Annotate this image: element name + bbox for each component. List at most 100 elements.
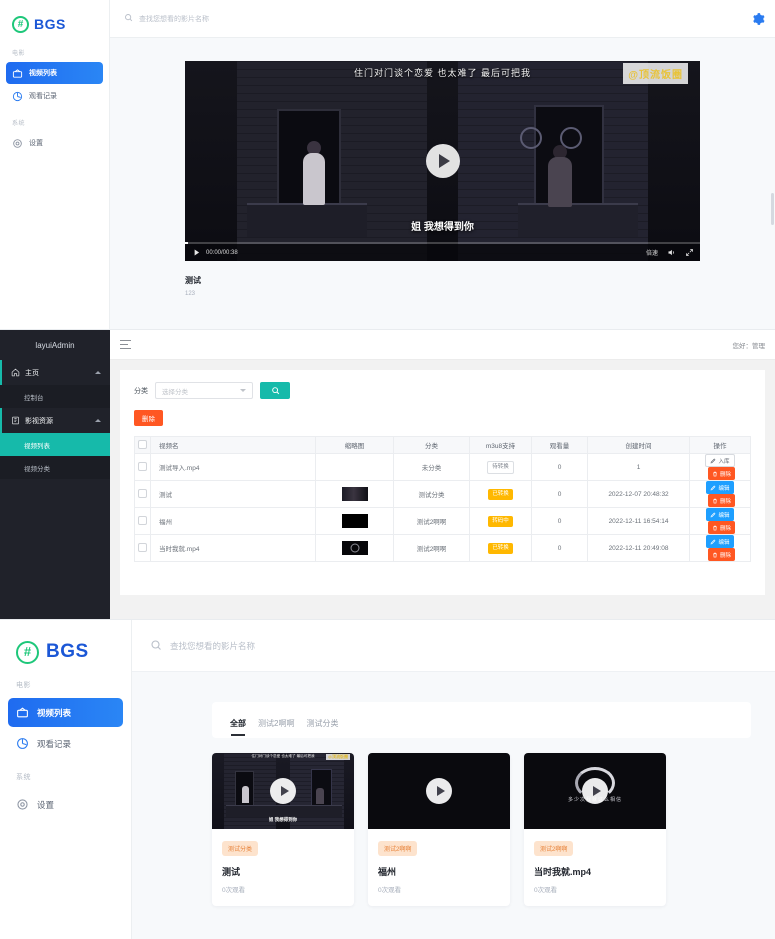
- thumbnail-watermark: @顶流饭圈: [326, 754, 350, 760]
- category-select[interactable]: 选择分类: [155, 382, 253, 399]
- tab-all[interactable]: 全部: [230, 718, 246, 738]
- play-icon[interactable]: [426, 778, 452, 804]
- row-checkbox-cell[interactable]: [134, 534, 151, 562]
- column-header-created[interactable]: 创建时间: [587, 436, 690, 454]
- delete-button[interactable]: 删除: [707, 494, 735, 507]
- table-row[interactable]: 测试导入.mp4 未分类 待转换 0 1 入库 删除: [134, 453, 751, 481]
- tab-test-category[interactable]: 测试分类: [306, 718, 338, 738]
- delete-button[interactable]: 删除: [707, 521, 735, 534]
- play-icon[interactable]: [425, 144, 460, 178]
- nav-item-home[interactable]: 主页: [0, 360, 110, 385]
- delete-button[interactable]: 删除: [707, 467, 735, 480]
- search-icon: [150, 639, 162, 653]
- nav-subitem-video-category[interactable]: 视频分类: [0, 456, 110, 479]
- volume-icon[interactable]: [666, 248, 676, 258]
- tab-test2[interactable]: 测试2啊啊: [258, 718, 294, 738]
- nav-subitem-label: 控制台: [24, 394, 44, 402]
- column-header-thumbnail[interactable]: 缩略图: [315, 436, 394, 454]
- sidebar-item-label: 视频列表: [29, 70, 57, 77]
- nav-subitem-console[interactable]: 控制台: [0, 385, 110, 408]
- video-card[interactable]: 多少次我就这么相信 测试2啊啊 当时我就.mp4 0次观看: [524, 753, 666, 906]
- row-checkbox-cell[interactable]: [134, 480, 151, 508]
- column-header-views[interactable]: 观看量: [531, 436, 588, 454]
- scrollbar[interactable]: [771, 193, 774, 225]
- batch-delete-button[interactable]: 删除: [134, 410, 163, 426]
- edit-button[interactable]: 编辑: [706, 535, 734, 548]
- brand-name: BGS: [34, 16, 66, 32]
- sidebar-item-watch-history[interactable]: 观看记录: [8, 729, 123, 758]
- video-player[interactable]: 住门对门谈个恋爱 也太难了 最后可把我 @顶流饭圈 姐 我想得到你 00:00/…: [185, 61, 700, 261]
- column-header-actions[interactable]: 操作: [689, 436, 751, 454]
- delete-button[interactable]: 删除: [707, 548, 735, 561]
- video-thumbnail[interactable]: 多少次我就这么相信: [524, 753, 666, 829]
- nav-subitem-label: 视频分类: [24, 465, 50, 473]
- thumbnail-subtitle: 姐 我想得到你: [268, 817, 298, 822]
- nav-item-media-resources[interactable]: 影视资源: [0, 408, 110, 433]
- video-description: 123: [185, 291, 196, 297]
- search-input[interactable]: 查找您想看的影片名称: [150, 639, 255, 653]
- fullscreen-icon[interactable]: [684, 248, 694, 258]
- cell-m3u8: 转码中: [469, 507, 532, 535]
- nav-subitem-label: 视频列表: [24, 442, 50, 450]
- play-icon[interactable]: [270, 778, 296, 804]
- video-thumbnail[interactable]: 住门对门谈个恋爱 也太难了 最后可把我 @顶流饭圈 姐 我想得到你: [212, 753, 354, 829]
- table-row[interactable]: 福州 测试2啊啊 转码中 0 2022-12-11 16:54:14 编辑 删除: [134, 507, 751, 535]
- sidebar-group-label-movies: 电影: [16, 682, 31, 689]
- chevron-up-icon: [95, 371, 101, 374]
- progress-bar[interactable]: [185, 242, 700, 244]
- video-thumbnail[interactable]: [368, 753, 510, 829]
- playback-speed-button[interactable]: 倍速: [646, 248, 658, 257]
- search-button[interactable]: [260, 382, 290, 399]
- nav-item-label: 主页: [25, 369, 39, 377]
- player-controls[interactable]: 00:00/00:38 倍速: [185, 242, 700, 261]
- play-icon[interactable]: [582, 778, 608, 804]
- search-placeholder: 查找您想看的影片名称: [170, 640, 256, 651]
- select-all-header[interactable]: [134, 436, 151, 454]
- gear-icon: [16, 798, 29, 811]
- store-button[interactable]: 入库: [705, 454, 735, 467]
- checkbox[interactable]: [138, 461, 147, 471]
- brand-logo[interactable]: # BGS: [0, 0, 109, 38]
- checkbox[interactable]: [138, 439, 147, 449]
- table-row[interactable]: 当时我就.mp4 测试2啊啊 已转换 0 2022-12-11 20:49:08…: [134, 534, 751, 562]
- table-header-row: 视频名 缩略图 分类 m3u8支持 观看量 创建时间 操作: [134, 436, 751, 454]
- category-badge: 测试分类: [222, 841, 259, 856]
- delete-button-label: 删除: [719, 525, 731, 532]
- nav-subitem-video-list[interactable]: 视频列表: [0, 433, 110, 456]
- sidebar-item-settings[interactable]: 设置: [6, 132, 103, 154]
- edit-button-label: 编辑: [718, 485, 730, 492]
- cell-views: 0: [531, 453, 588, 481]
- sidebar-item-video-list[interactable]: 视频列表: [8, 698, 123, 727]
- video-card[interactable]: 住门对门谈个恋爱 也太难了 最后可把我 @顶流饭圈 姐 我想得到你 测试分类 测…: [212, 753, 354, 906]
- sidebar-item-label: 视频列表: [37, 707, 72, 718]
- sidebar-item-watch-history[interactable]: 观看记录: [6, 85, 103, 107]
- admin-logo[interactable]: layuiAdmin: [0, 330, 110, 360]
- cell-video-name: 测试导入.mp4: [150, 453, 316, 481]
- video-card[interactable]: 测试2啊啊 福州 0次观看: [368, 753, 510, 906]
- gear-icon[interactable]: gear-icon: [751, 12, 765, 26]
- row-checkbox-cell[interactable]: [134, 507, 151, 535]
- play-icon[interactable]: [191, 248, 201, 258]
- sidebar-item-label: 设置: [37, 799, 55, 810]
- checkbox[interactable]: [138, 488, 147, 498]
- table-row[interactable]: 测试 测试分类 已转换 0 2022-12-07 20:48:32 编辑 删除: [134, 480, 751, 508]
- layui-admin-page: layuiAdmin 主页 控制台 影视资源 视频列表 视频分类 您好：管理 分…: [0, 330, 775, 619]
- edit-button[interactable]: 编辑: [706, 508, 734, 521]
- column-header-name[interactable]: 视频名: [150, 436, 316, 454]
- video-card-grid: 住门对门谈个恋爱 也太难了 最后可把我 @顶流饭圈 姐 我想得到你 测试分类 测…: [212, 753, 751, 906]
- checkbox[interactable]: [138, 515, 147, 525]
- gear-icon: [12, 138, 23, 149]
- hamburger-icon[interactable]: [120, 340, 131, 349]
- edit-button[interactable]: 编辑: [706, 481, 734, 494]
- search-input[interactable]: 查找您想看的影片名称: [124, 13, 209, 24]
- checkbox[interactable]: [138, 542, 147, 552]
- row-checkbox-cell[interactable]: [134, 453, 151, 481]
- sidebar-item-settings[interactable]: 设置: [8, 790, 123, 819]
- thumbnail-image: [341, 514, 368, 528]
- brand-logo[interactable]: # BGS: [0, 620, 131, 668]
- thumbnail-image: [341, 541, 368, 555]
- column-header-m3u8[interactable]: m3u8支持: [469, 436, 532, 454]
- column-header-category[interactable]: 分类: [393, 436, 470, 454]
- sidebar-item-video-list[interactable]: 视频列表: [6, 62, 103, 84]
- view-count: 0次观看: [222, 887, 246, 894]
